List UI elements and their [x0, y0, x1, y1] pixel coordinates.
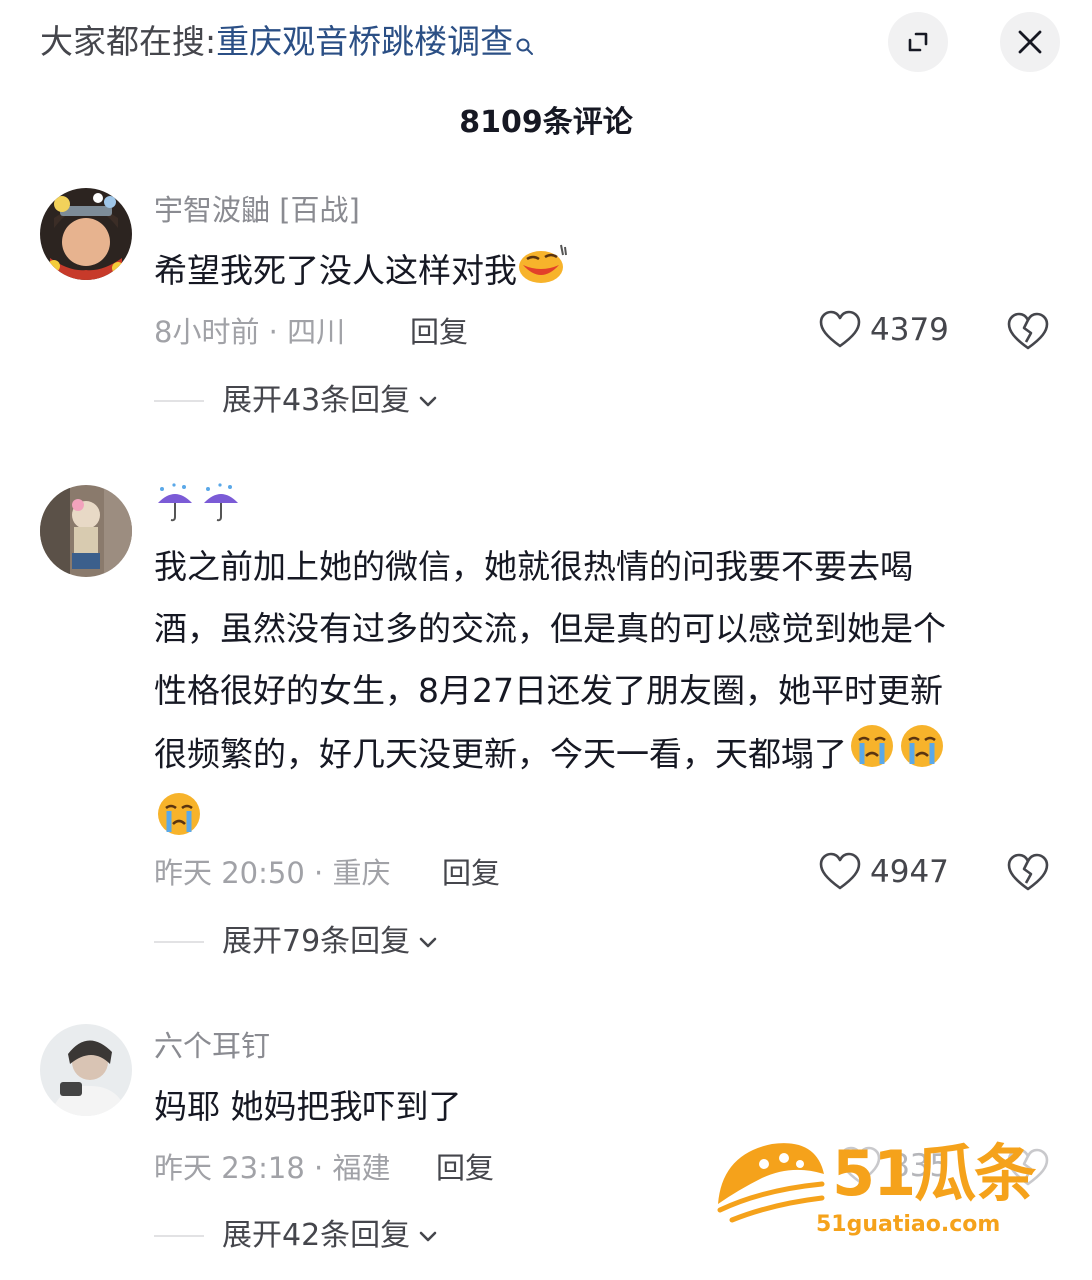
expand-replies[interactable]: 展开42条回复	[154, 1216, 440, 1256]
expand-icon	[908, 32, 928, 52]
crying-emoji-icon	[897, 722, 947, 790]
watermark-url: 51guatiao.com	[816, 1212, 1001, 1237]
top-bar: 大家都在搜:重庆观音桥跳楼调查	[0, 0, 1092, 90]
umbrella-rain-icon	[204, 483, 238, 522]
search-suggestion[interactable]: 大家都在搜:重庆观音桥跳楼调查	[40, 18, 535, 70]
comment-time-location: 昨天 20:50 · 重庆	[154, 856, 391, 890]
username[interactable]: 宇智波鼬 [百战]	[154, 190, 360, 230]
comment-text-line: 酒，虽然没有过多的交流，但是真的可以感觉到她是个	[154, 609, 946, 648]
comment-text-emoji-line	[154, 790, 1054, 858]
dislike-button[interactable]	[1006, 312, 1050, 356]
like-button[interactable]: 4947	[818, 852, 949, 892]
expand-replies-label: 展开79条回复	[222, 924, 411, 959]
divider	[154, 1235, 204, 1237]
comment-text-line: 很频繁的，好几天没更新，今天一看，天都塌了	[154, 734, 847, 774]
comment-text: 妈耶 她妈把我吓到了	[154, 1087, 462, 1126]
search-term-link[interactable]: 重庆观音桥跳楼调查	[216, 22, 513, 61]
divider	[154, 941, 204, 943]
watermark-logo: 51瓜条 51guatiao.com	[712, 1130, 1052, 1240]
comment-text-content: 希望我死了没人这样对我	[154, 251, 517, 290]
search-prefix: 大家都在搜:	[40, 22, 217, 61]
dislike-button[interactable]	[1006, 853, 1050, 897]
laughing-emoji-icon	[517, 241, 569, 305]
chevron-down-icon	[419, 396, 437, 407]
expand-replies[interactable]: 展开79条回复	[154, 922, 440, 962]
search-icon	[515, 22, 535, 70]
close-button[interactable]	[1000, 12, 1060, 72]
expand-replies[interactable]: 展开43条回复	[154, 381, 440, 421]
comment-text: 我之前加上她的微信，她就很热情的问我要不要去喝 酒，虽然没有过多的交流，但是真的…	[154, 536, 1054, 858]
comment-count-title: 8109条评论	[459, 105, 633, 140]
comment-text-line: 我之前加上她的微信，她就很热情的问我要不要去喝	[154, 547, 913, 586]
expand-button[interactable]	[888, 12, 948, 72]
crying-emoji-icon	[154, 790, 204, 858]
username[interactable]: 六个耳钉	[154, 1026, 270, 1066]
avatar[interactable]	[40, 1024, 132, 1116]
broken-heart-icon	[1007, 312, 1049, 350]
chevron-down-icon	[419, 1231, 437, 1242]
watermelon-logo-icon	[717, 1143, 825, 1223]
like-count: 4379	[870, 312, 949, 348]
watermark-brand: 51瓜条	[832, 1137, 1036, 1210]
comment-time-location: 昨天 23:18 · 福建	[154, 1151, 391, 1185]
divider	[154, 400, 204, 402]
avatar[interactable]	[40, 188, 132, 280]
crying-emoji-icon	[847, 722, 897, 790]
broken-heart-icon	[1007, 853, 1049, 891]
avatar[interactable]	[40, 485, 132, 577]
heart-icon	[819, 852, 861, 890]
reply-button[interactable]: 回复	[442, 853, 500, 893]
reply-button[interactable]: 回复	[410, 312, 468, 352]
heart-icon	[819, 310, 861, 348]
username[interactable]	[154, 482, 242, 525]
expand-replies-label: 展开42条回复	[222, 1218, 411, 1253]
expand-replies-label: 展开43条回复	[222, 383, 411, 418]
close-icon	[1018, 30, 1042, 54]
comment-text: 希望我死了没人这样对我	[154, 240, 1054, 305]
reply-button[interactable]: 回复	[436, 1148, 494, 1188]
comment-time-location: 8小时前 · 四川	[154, 315, 346, 349]
umbrella-rain-icon	[158, 483, 192, 522]
chevron-down-icon	[419, 937, 437, 948]
comment-text-last-line: 很频繁的，好几天没更新，今天一看，天都塌了	[154, 722, 1054, 790]
comment-text-line: 性格很好的女生，8月27日还发了朋友圈，她平时更新	[154, 671, 943, 710]
like-button[interactable]: 4379	[818, 310, 949, 350]
like-count: 4947	[870, 854, 949, 890]
